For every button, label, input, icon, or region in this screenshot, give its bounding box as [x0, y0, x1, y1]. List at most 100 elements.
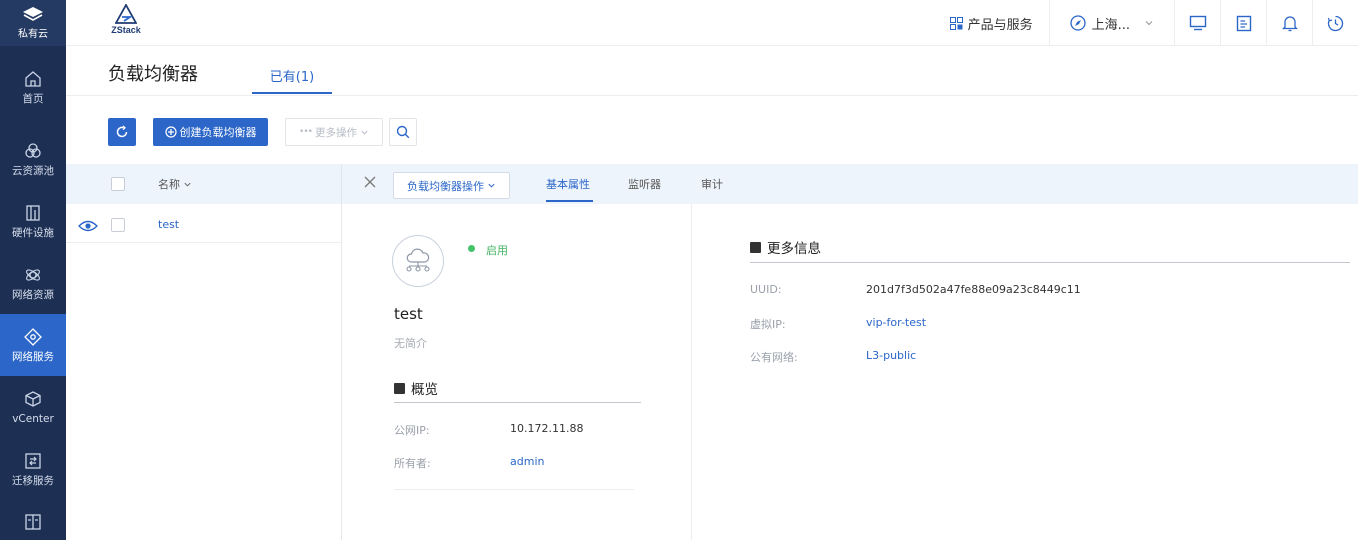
region-label: 上海... [1091, 17, 1130, 33]
monitor-button[interactable] [1174, 0, 1220, 46]
public-ip-label: 公网IP: [394, 424, 430, 437]
overview-title: 概览 [411, 382, 438, 398]
network-value[interactable]: L3-public [866, 349, 916, 362]
load-balancer-actions-dropdown[interactable]: 负载均衡器操作 [393, 172, 510, 199]
divider [394, 402, 641, 403]
search-button[interactable] [389, 118, 417, 146]
side-nav: 私有云 首页 云资源池 硬件设施 网络资源 网络服务 vCenter 迁移服务 [0, 0, 66, 540]
row-checkbox[interactable] [111, 218, 125, 232]
divider [341, 164, 342, 204]
nav-label: 云资源池 [12, 165, 54, 177]
cloud-network-icon [406, 248, 430, 272]
hardware-icon [23, 203, 43, 223]
select-all-checkbox[interactable] [111, 177, 125, 191]
products-label: 产品与服务 [967, 17, 1033, 33]
nav-label: 首页 [22, 93, 44, 105]
document-button[interactable] [1220, 0, 1266, 46]
chevron-down-icon [184, 182, 191, 187]
grid-icon [949, 16, 963, 30]
top-bar: ZStack 产品与服务 上海... [66, 0, 1358, 46]
create-load-balancer-button[interactable]: 创建负载均衡器 [153, 118, 268, 146]
resource-description: 无简介 [394, 337, 427, 350]
refresh-button[interactable] [108, 118, 136, 146]
divider [341, 204, 342, 540]
document-icon [1236, 15, 1251, 31]
products-menu[interactable]: 产品与服务 [934, 0, 1049, 46]
more-actions-button[interactable]: ••• 更多操作 [285, 118, 383, 146]
nav-label: 硬件设施 [12, 227, 54, 239]
nav-item-vcenter[interactable]: vCenter [0, 376, 66, 438]
app-root: 私有云 首页 云资源池 硬件设施 网络资源 网络服务 vCenter 迁移服务 … [0, 0, 1358, 540]
nav-label: vCenter [12, 413, 54, 425]
owner-label: 所有者: [394, 457, 431, 470]
tab-existing[interactable]: 已有(1) [252, 60, 332, 94]
divider [394, 489, 634, 490]
dots-icon: ••• [299, 127, 313, 137]
nav-item-more[interactable] [0, 500, 66, 540]
folder-icon [394, 382, 405, 394]
nav-label: 网络资源 [12, 289, 54, 301]
public-ip-value: 10.172.11.88 [510, 422, 584, 435]
chevron-down-icon [488, 183, 495, 188]
vip-label: 虚拟IP: [750, 318, 786, 331]
brand-menu[interactable]: 私有云 [0, 0, 66, 46]
overview-section-title: 概览 [394, 378, 438, 398]
home-icon [23, 69, 43, 89]
history-button[interactable] [1312, 0, 1358, 46]
monitor-icon [1189, 15, 1206, 31]
top-right-tools: 产品与服务 上海... [934, 0, 1358, 46]
tab-audit[interactable]: 审计 [701, 176, 723, 192]
row-name-link[interactable]: test [158, 218, 179, 231]
layers-icon [23, 7, 43, 21]
zstack-logo[interactable]: ZStack [106, 4, 146, 40]
vip-value[interactable]: vip-for-test [866, 316, 926, 329]
resource-pool-icon [23, 141, 43, 161]
nav-label: 网络服务 [12, 351, 54, 363]
region-select[interactable]: 上海... [1048, 0, 1174, 46]
nav-label: 迁移服务 [12, 475, 54, 487]
more-icon [23, 512, 43, 532]
table-row[interactable] [66, 204, 342, 242]
divider [750, 262, 1350, 263]
divider [66, 242, 342, 243]
column-header-name[interactable]: 名称 [158, 176, 192, 192]
more-label: 更多操作 [314, 126, 357, 139]
load-balancer-avatar [392, 235, 444, 287]
eye-icon[interactable] [78, 218, 98, 232]
tab-basic-properties[interactable]: 基本属性 [546, 176, 590, 192]
ops-label: 负载均衡器操作 [407, 179, 484, 193]
refresh-icon [116, 125, 128, 138]
nav-item-resource-pool[interactable]: 云资源池 [0, 128, 66, 190]
network-label: 公有网络: [750, 351, 798, 364]
divider [66, 95, 1358, 96]
bell-icon [1281, 15, 1298, 31]
nav-item-home[interactable]: 首页 [0, 56, 66, 118]
info-icon [750, 241, 761, 253]
nav-item-migration[interactable]: 迁移服务 [0, 438, 66, 500]
more-info-title: 更多信息 [767, 241, 821, 257]
clock-icon [1327, 15, 1344, 31]
divider [691, 204, 692, 540]
owner-value[interactable]: admin [510, 455, 544, 468]
uuid-label: UUID: [750, 283, 782, 296]
more-info-section-title: 更多信息 [750, 237, 821, 257]
migration-icon [23, 451, 43, 471]
uuid-value: 201d7f3d502a47fe88e09a23c8449c11 [866, 283, 1081, 296]
status-dot [468, 245, 475, 252]
tab-listeners[interactable]: 监听器 [628, 176, 661, 192]
nav-item-network-resource[interactable]: 网络资源 [0, 252, 66, 314]
close-detail-button[interactable] [362, 174, 378, 190]
search-icon [396, 125, 410, 139]
status-badge: 启用 [486, 244, 508, 257]
chevron-down-icon [1145, 21, 1153, 26]
page-title: 负载均衡器 [108, 64, 198, 85]
notifications-button[interactable] [1266, 0, 1312, 46]
plus-icon [164, 126, 177, 138]
logo-text: ZStack [111, 25, 141, 35]
zstack-logo-icon [115, 4, 137, 24]
nav-item-network-service[interactable]: 网络服务 [0, 314, 66, 376]
create-label: 创建负载均衡器 [179, 126, 257, 139]
network-resource-icon [23, 265, 43, 285]
close-icon [364, 176, 376, 188]
nav-item-hardware[interactable]: 硬件设施 [0, 190, 66, 252]
